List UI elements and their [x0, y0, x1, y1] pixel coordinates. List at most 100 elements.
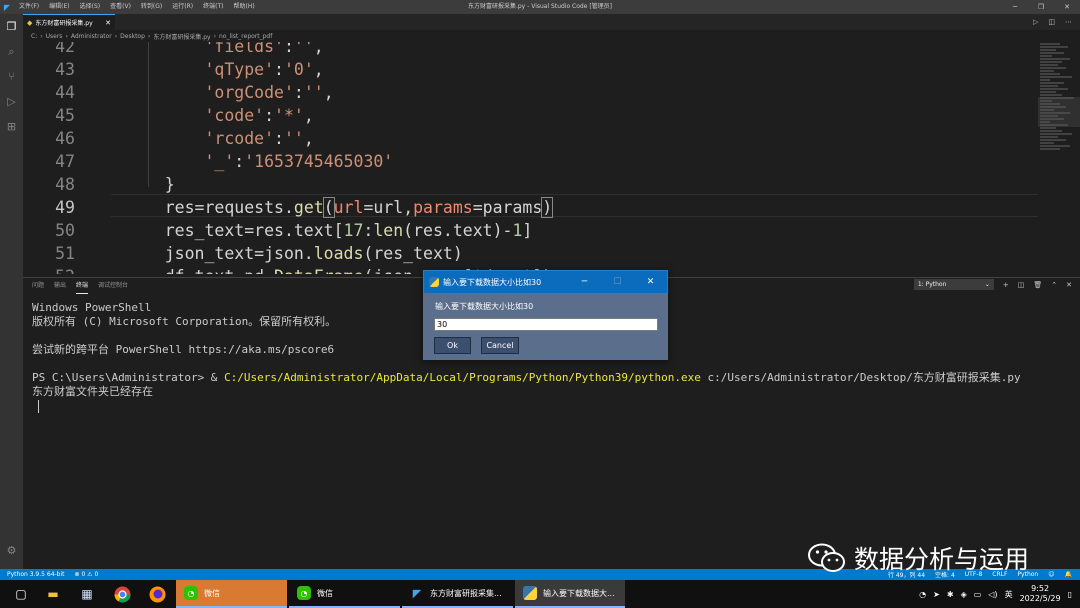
- code-line: 44 'orgCode':'',: [55, 83, 334, 102]
- problems-count[interactable]: ⊗ 0 ⚠ 0: [75, 571, 99, 578]
- tab-debug-console[interactable]: 调试控制台: [98, 279, 128, 293]
- clock[interactable]: 9:52 2022/5/29: [1020, 584, 1061, 604]
- menu-run[interactable]: 运行(R): [167, 0, 198, 14]
- title-bar: 东方财富研报采集.py - Visual Studio Code [管理员] ◤…: [0, 0, 1080, 14]
- code-line: 49 res=requests.get(url=url,params=param…: [55, 197, 554, 218]
- wechat-icon: ◔: [297, 586, 311, 600]
- dialog-title: 输入要下载数据大小比如30: [443, 277, 542, 287]
- feedback-icon[interactable]: ☺: [1048, 571, 1054, 578]
- menu-help[interactable]: 帮助(H): [228, 0, 259, 14]
- watermark-text: 数据分析与运用: [854, 545, 1030, 574]
- tab-output[interactable]: 输出: [54, 279, 66, 293]
- breadcrumb-item[interactable]: C:: [31, 33, 37, 40]
- code-lines: 42 'fields':'', 43 'qType':'0', 44 'orgC…: [23, 42, 554, 274]
- tab-label: 东方财富研报采集.py: [35, 20, 93, 27]
- code-line: 45 'code':'*',: [55, 106, 314, 125]
- run-debug-icon[interactable]: ▷: [0, 89, 23, 114]
- activity-bar: ❐ ⌕ ⑂ ▷ ⊞ ⚙: [0, 14, 23, 569]
- tab-terminal[interactable]: 终端: [76, 279, 89, 294]
- python-icon: [523, 586, 537, 600]
- taskbar-app-vscode[interactable]: ◤ 东方财富研报采集...: [402, 580, 513, 608]
- vscode-icon: ◤: [412, 586, 422, 600]
- python-file-icon: ◆: [27, 18, 33, 27]
- close-icon[interactable]: ✕: [634, 271, 667, 293]
- taskbar-app-python-dialog[interactable]: 输入要下载数据大...: [515, 580, 625, 608]
- trash-icon[interactable]: 🗑: [1033, 281, 1042, 289]
- volume-icon[interactable]: ◁): [988, 590, 997, 599]
- minimap[interactable]: [1038, 42, 1080, 274]
- maximize-icon: ☐: [613, 277, 622, 287]
- gear-icon[interactable]: ⚙: [0, 538, 23, 563]
- terminal-line: 东方财富文件夹已经存在: [32, 385, 153, 398]
- breadcrumb-item[interactable]: 东方财富研报采集.py: [153, 32, 210, 41]
- wechat-logo-icon: [808, 543, 845, 572]
- close-icon[interactable]: ✕: [105, 19, 111, 27]
- chevron-down-icon: ⌄: [984, 281, 990, 288]
- minimize-icon[interactable]: ─: [568, 271, 601, 293]
- input-dialog: 输入要下载数据大小比如30 ─ ☐ ✕ 输入要下载数据大小比如30 30 Ok …: [423, 270, 668, 360]
- split-terminal-icon[interactable]: ◫: [1018, 281, 1025, 289]
- taskbar: ▢ ▬ ▦ ◔ 微信 ◔ 微信 ◤ 东方财富研报采集... 输入要下载数据大..…: [0, 580, 1080, 608]
- search-icon[interactable]: ⌕: [0, 39, 23, 64]
- split-editor-icon[interactable]: ◫: [1048, 18, 1055, 26]
- cancel-button[interactable]: Cancel: [481, 337, 519, 354]
- system-tray: ◔ ➤ ✱ ◈ ▭ ◁) 英 9:52 2022/5/29 ▯: [919, 580, 1080, 608]
- code-line: 50 res_text=res.text[17:len(res.text)-1]: [55, 221, 533, 240]
- minimize-icon[interactable]: ─: [1002, 0, 1028, 14]
- menu-edit[interactable]: 编辑(E): [44, 0, 74, 14]
- code-line: 42 'fields':'',: [55, 42, 324, 56]
- bell-icon[interactable]: 🔔: [1065, 571, 1072, 578]
- ok-button[interactable]: Ok: [434, 337, 471, 354]
- breadcrumb: C: › Users › Administrator › Desktop › 东方财富研…: [31, 32, 273, 41]
- menu-terminal[interactable]: 终端(T): [198, 0, 228, 14]
- network-icon[interactable]: ▭: [974, 590, 982, 599]
- notification-icon[interactable]: ▯: [1068, 590, 1072, 599]
- extensions-icon[interactable]: ⊞: [0, 114, 23, 139]
- vscode-logo-icon: ◤: [3, 2, 11, 12]
- arrow-tray-icon[interactable]: ➤: [933, 590, 940, 599]
- dialog-prompt: 输入要下载数据大小比如30: [435, 302, 534, 311]
- task-view-icon[interactable]: ▢: [12, 585, 30, 603]
- breadcrumb-item[interactable]: no_list_report_pdf: [219, 33, 272, 40]
- ime-indicator[interactable]: 英: [1005, 589, 1013, 600]
- breadcrumb-item[interactable]: Users: [46, 33, 63, 40]
- chevron-up-icon[interactable]: ⌃: [1051, 281, 1057, 289]
- taskbar-app-wechat-1[interactable]: ◔ 微信: [176, 580, 287, 608]
- editor-tabs: ◆ 东方财富研报采集.py ✕ ▷ ◫ ⋯: [23, 14, 1080, 30]
- close-icon[interactable]: ✕: [1066, 281, 1072, 289]
- code-line: 48 }: [55, 175, 175, 194]
- menu-view[interactable]: 查看(V): [105, 0, 136, 14]
- code-line: 47 '_':'1653745465030': [55, 152, 394, 171]
- close-icon[interactable]: ✕: [1054, 0, 1080, 14]
- firefox-icon[interactable]: [148, 585, 166, 603]
- size-input[interactable]: 30: [434, 318, 658, 331]
- menu-file[interactable]: 文件(F): [14, 0, 44, 14]
- run-icon[interactable]: ▷: [1033, 18, 1038, 26]
- chrome-icon[interactable]: [113, 585, 131, 603]
- more-icon[interactable]: ⋯: [1065, 18, 1072, 26]
- terminal-select[interactable]: 1: Python ⌄: [913, 279, 994, 290]
- menu-selection[interactable]: 选择(S): [75, 0, 106, 14]
- tab-active-file[interactable]: ◆ 东方财富研报采集.py ✕: [23, 14, 115, 30]
- dialog-title-bar[interactable]: 输入要下载数据大小比如30 ─ ☐ ✕: [424, 271, 667, 293]
- bluetooth-icon[interactable]: ✱: [947, 590, 954, 599]
- breadcrumb-item[interactable]: Administrator: [71, 33, 112, 40]
- file-explorer-icon[interactable]: ▬: [44, 585, 62, 603]
- wechat-tray-icon[interactable]: ◔: [919, 590, 926, 599]
- terminal-cursor: [38, 399, 39, 413]
- breadcrumb-item[interactable]: Desktop: [120, 33, 145, 40]
- python-icon: [429, 277, 439, 287]
- new-terminal-icon[interactable]: +: [1003, 281, 1009, 289]
- restore-icon[interactable]: ❐: [1028, 0, 1054, 14]
- tab-problems[interactable]: 问题: [32, 279, 44, 293]
- code-editor[interactable]: 42 'fields':'', 43 'qType':'0', 44 'orgC…: [23, 42, 1080, 274]
- security-icon[interactable]: ◈: [961, 590, 967, 599]
- python-interpreter[interactable]: Python 3.9.5 64-bit: [7, 571, 65, 578]
- source-control-icon[interactable]: ⑂: [0, 64, 23, 89]
- menu-go[interactable]: 转到(G): [136, 0, 167, 14]
- taskbar-app-wechat-2[interactable]: ◔ 微信: [289, 580, 400, 608]
- terminal-line: PS C:\Users\Administrator> & C:/Users/Ad…: [32, 371, 1021, 384]
- app-grid-icon[interactable]: ▦: [78, 585, 96, 603]
- explorer-icon[interactable]: ❐: [0, 14, 23, 39]
- code-line: 51 json_text=json.loads(res_text): [55, 244, 463, 263]
